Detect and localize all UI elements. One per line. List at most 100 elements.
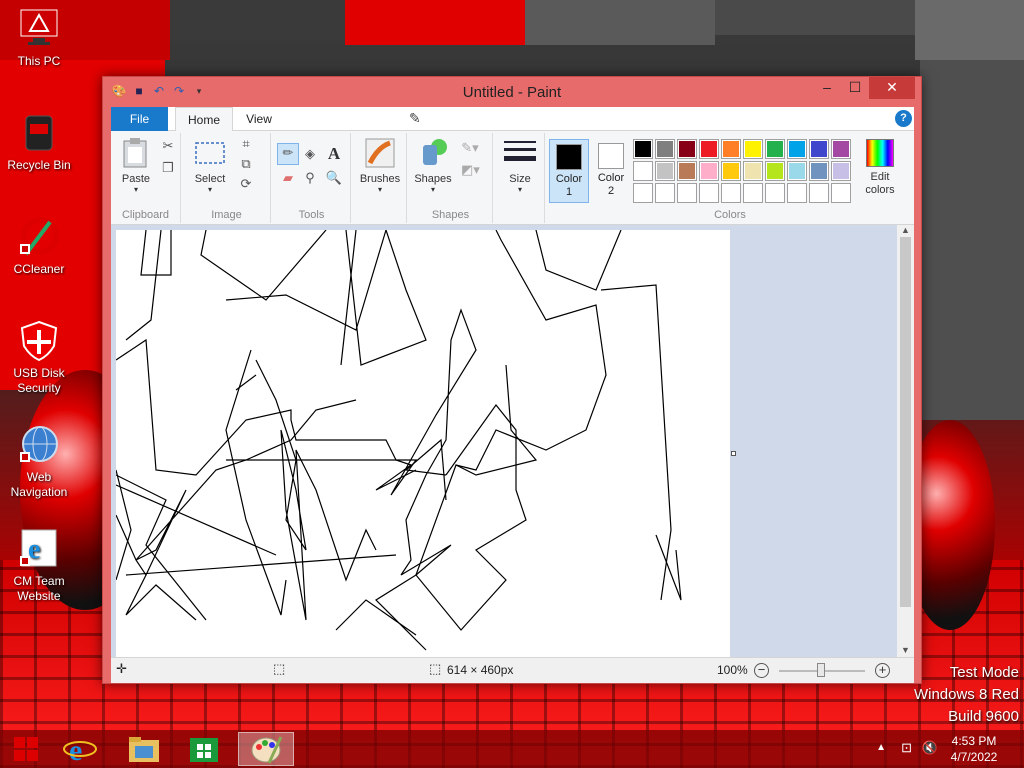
edit-colors-icon [866,139,894,167]
text-tool-icon[interactable]: A [325,145,343,163]
palette-empty-swatch[interactable] [809,183,829,203]
palette-empty-swatch[interactable] [655,183,675,203]
zoom-slider-thumb[interactable] [817,663,825,677]
palette-color-swatch[interactable] [721,139,741,159]
palette-color-swatch[interactable] [787,139,807,159]
palette-empty-swatch[interactable] [633,183,653,203]
drawing-canvas[interactable] [115,229,730,657]
pencil-tool-icon[interactable]: ✏ [277,143,299,165]
desktop-icon-label: CM Team Website [13,574,65,603]
size-button[interactable]: Size ▾ [499,137,541,194]
palette-color-swatch[interactable] [765,161,785,181]
palette-color-swatch[interactable] [677,161,697,181]
clock[interactable]: 4:53 PM 4/7/2022 [946,733,1002,765]
canvas-drawing [115,229,682,651]
palette-color-swatch[interactable] [633,139,653,159]
color2-button[interactable]: Color 2 [591,139,631,203]
taskbar-store[interactable] [176,732,232,766]
network-icon[interactable]: ⊡ [901,740,912,756]
desktop-icon-usb-disk-security[interactable]: USB Disk Security [0,320,78,396]
tools-group: ✏ ◈ A ▰ ⚲ 🔍 Tools [273,133,351,223]
zoom-level: 100% [717,663,748,677]
maximize-button[interactable]: ☐ [841,77,869,99]
palette-color-swatch[interactable] [655,139,675,159]
brushes-button[interactable]: Brushes ▾ [355,137,405,194]
palette-color-swatch[interactable] [699,139,719,159]
minimize-button[interactable]: – [813,77,841,99]
palette-swatch-fill [767,185,783,201]
palette-empty-swatch[interactable] [743,183,763,203]
desktop-icon-label: CCleaner [13,262,65,276]
taskbar-paint[interactable] [238,732,294,766]
title-bar[interactable]: 🎨 ■ ↶ ↷ ▾ Untitled - Paint – ☐ ✕ [103,77,921,107]
desktop-icon-recycle-bin[interactable]: Recycle Bin [0,112,78,173]
desktop-icon-label: Web Navigation [10,470,68,499]
paste-button[interactable]: Paste ▾ [117,137,155,194]
fill-icon[interactable]: ◩▾ [461,161,480,179]
eraser-icon[interactable]: ▰ [279,169,297,187]
palette-color-swatch[interactable] [721,161,741,181]
scroll-down-icon[interactable]: ▼ [897,645,914,657]
canvas-resize-handle[interactable] [731,451,736,456]
help-button[interactable]: ? [895,110,912,127]
palette-color-swatch[interactable] [787,161,807,181]
palette-empty-swatch[interactable] [787,183,807,203]
show-hidden-icons-icon[interactable]: ▲ [876,742,886,753]
image-group-label: Image [211,209,242,221]
resize-icon[interactable]: ⧉ [237,155,255,173]
volume-muted-icon[interactable]: 🔇 [922,740,938,756]
desktop-icon-cm-team-website[interactable]: e CM Team Website [0,528,78,604]
taskbar-internet-explorer[interactable]: e [52,732,108,767]
palette-color-swatch[interactable] [677,139,697,159]
palette-color-swatch[interactable] [743,161,763,181]
ribbon-tabs: File Home View ✎ ? [111,107,914,132]
desktop-icon-web-navigation[interactable]: Web Navigation [0,424,78,500]
crop-icon[interactable]: ⌗ [237,135,255,153]
canvas-area: ▲ ▼ [111,225,914,657]
palette-color-swatch[interactable] [831,161,851,181]
outline-icon[interactable]: ✎▾ [461,139,479,157]
palette-empty-swatch[interactable] [677,183,697,203]
palette-swatch-fill [701,141,717,157]
copy-icon[interactable]: ❐ [159,159,177,177]
close-button[interactable]: ✕ [869,77,915,99]
palette-swatch-fill [833,185,849,201]
desktop-icon-ccleaner[interactable]: CCleaner [0,216,78,277]
scrollbar-thumb[interactable] [900,237,911,607]
palette-color-swatch[interactable] [809,139,829,159]
palette-color-swatch[interactable] [633,161,653,181]
color1-button[interactable]: Color 1 [549,139,589,203]
palette-empty-swatch[interactable] [699,183,719,203]
zoom-in-button[interactable]: + [875,663,890,678]
palette-empty-swatch[interactable] [721,183,741,203]
size-label: Size [509,173,531,185]
palette-swatch-fill [635,185,651,201]
palette-color-swatch[interactable] [699,161,719,181]
rotate-icon[interactable]: ⟳ [237,175,255,193]
palette-color-swatch[interactable] [831,139,851,159]
shapes-button[interactable]: Shapes ▾ [411,137,455,194]
tab-home[interactable]: Home [175,107,233,132]
cut-icon[interactable]: ✂ [159,137,177,155]
palette-color-swatch[interactable] [809,161,829,181]
magnifier-icon[interactable]: 🔍 [325,169,343,187]
desktop-icon-this-pc[interactable]: This PC [0,8,78,69]
palette-color-swatch[interactable] [765,139,785,159]
select-button[interactable]: Select ▾ [189,137,231,194]
tab-file[interactable]: File [111,107,168,131]
color-picker-icon[interactable]: ⚲ [301,169,319,187]
scroll-up-icon[interactable]: ▲ [897,225,914,237]
palette-empty-swatch[interactable] [765,183,785,203]
palette-empty-swatch[interactable] [831,183,851,203]
zoom-out-button[interactable]: − [754,663,769,678]
palette-color-swatch[interactable] [743,139,763,159]
palette-color-swatch[interactable] [655,161,675,181]
edit-colors-button[interactable]: Edit colors [857,137,903,197]
taskbar-file-explorer[interactable] [116,732,172,766]
vertical-scrollbar[interactable]: ▲ ▼ [897,225,914,657]
fill-tool-icon[interactable]: ◈ [301,145,319,163]
start-button[interactable] [6,732,46,766]
window-title: Untitled - Paint [462,84,562,101]
tab-view[interactable]: View [233,107,285,131]
paint-palette-icon [251,736,283,764]
